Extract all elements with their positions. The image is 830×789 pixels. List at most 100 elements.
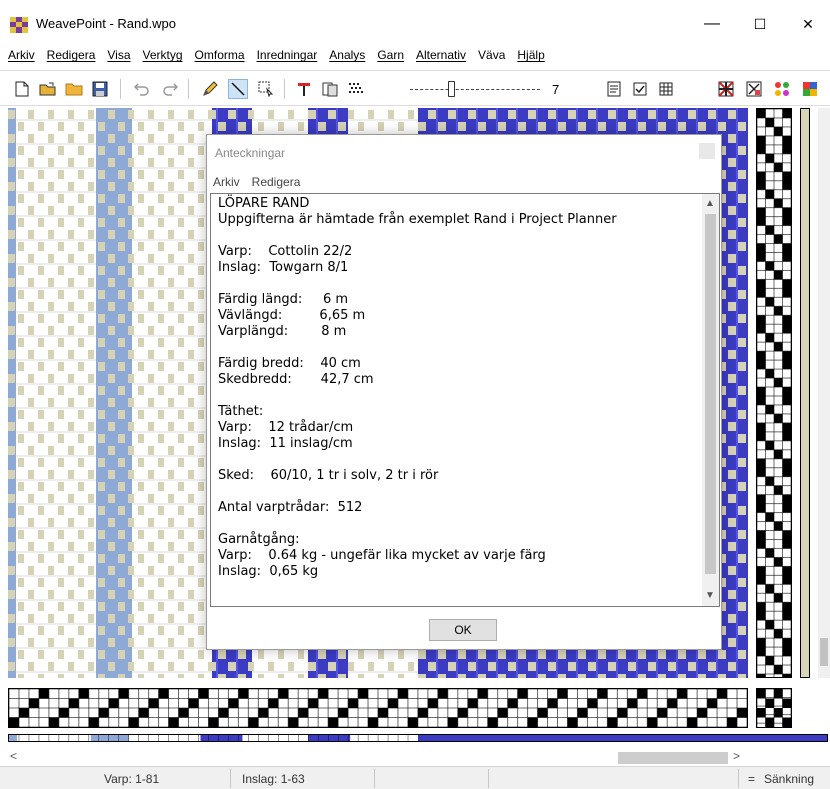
dialog-title: Anteckningar: [215, 146, 286, 160]
threading-grid[interactable]: [8, 688, 748, 728]
minimize-button[interactable]: —: [690, 12, 734, 36]
open-icon[interactable]: [38, 79, 58, 99]
notes-line: [218, 484, 698, 500]
notes-line: Varp: Cottolin 22/2: [218, 244, 353, 259]
dialog-menu-bar: Arkiv Redigera: [207, 171, 721, 193]
notes-line: [218, 228, 698, 244]
status-divider: [738, 769, 739, 788]
treadling-grid[interactable]: [756, 108, 792, 678]
redo-icon[interactable]: [160, 79, 180, 99]
vertical-scrollbar[interactable]: [818, 108, 830, 678]
checkbox-icon[interactable]: [744, 79, 764, 99]
toolbar-separator: [120, 79, 121, 99]
zoom-slider-track[interactable]: [410, 89, 540, 90]
notes-line: Inslag: 0,65 kg: [218, 564, 319, 579]
toolbar: 7: [0, 70, 830, 106]
notes-line: Färdig bredd: 40 cm: [218, 356, 361, 371]
vertical-scrollbar-thumb[interactable]: [820, 638, 828, 666]
horizontal-scrollbar[interactable]: < >: [0, 748, 760, 766]
menu-analys[interactable]: Analys: [329, 48, 365, 62]
warp-color-row[interactable]: [8, 734, 828, 742]
notes-line: LÖPARE RAND: [218, 196, 310, 211]
notes-line: Varp: 12 trådar/cm: [218, 420, 354, 435]
weft-color-column[interactable]: [800, 108, 810, 678]
copy-icon[interactable]: [320, 79, 340, 99]
notes-line: Antal varptrådar: 512: [218, 500, 363, 515]
notes-line: [218, 388, 698, 404]
scroll-left-icon[interactable]: <: [10, 749, 17, 763]
zoom-slider-thumb[interactable]: [448, 81, 455, 97]
notes-line: Sked: 60/10, 1 tr i solv, 2 tr i rör: [218, 468, 439, 483]
horizontal-scrollbar-thumb[interactable]: [618, 752, 728, 764]
notes-line: Inslag: 11 inslag/cm: [218, 436, 353, 451]
status-mode: Sänkning: [764, 772, 815, 786]
toolbar-separator: [284, 79, 285, 99]
menu-verktyg[interactable]: Verktyg: [143, 48, 183, 62]
scroll-down-icon[interactable]: ▼: [705, 590, 715, 601]
new-file-icon[interactable]: [12, 79, 32, 99]
menu-omforma[interactable]: Omforma: [195, 48, 245, 62]
menu-hjalp[interactable]: Hjälp: [517, 48, 544, 62]
status-divider: [488, 769, 489, 788]
menu-vava[interactable]: Väva: [478, 48, 505, 62]
notes-line: Skedbredd: 42,7 cm: [218, 372, 374, 387]
colors-grid-icon[interactable]: [800, 79, 820, 99]
notes-line: Täthet:: [218, 404, 264, 419]
menu-visa[interactable]: Visa: [107, 48, 130, 62]
notes-line: Varplängd: 8 m: [218, 324, 347, 339]
line-icon[interactable]: [228, 79, 248, 99]
select-icon[interactable]: [256, 79, 276, 99]
notes-scrollbar[interactable]: ▲ ▼: [702, 194, 719, 606]
notes-line: Varp: 0.64 kg - ungefär lika mycket av v…: [218, 548, 546, 563]
notes-line: [218, 516, 698, 532]
status-eq: =: [748, 772, 756, 786]
scroll-right-icon[interactable]: >: [733, 749, 740, 763]
flag-icon[interactable]: [716, 79, 736, 99]
dialog-menu-redigera[interactable]: Redigera: [252, 175, 301, 189]
notes-content: LÖPARE RAND Uppgifterna är hämtade från e…: [218, 196, 698, 580]
menu-redigera[interactable]: Redigera: [47, 48, 96, 62]
status-inslag: Inslag: 1-63: [242, 772, 305, 786]
menu-garn[interactable]: Garn: [377, 48, 404, 62]
menu-arkiv[interactable]: Arkiv: [8, 48, 35, 62]
menu-alternativ[interactable]: Alternativ: [416, 48, 466, 62]
notes-line: [218, 340, 698, 356]
notes-dialog: Anteckningar Arkiv Redigera LÖPARE RAND U…: [206, 134, 722, 650]
notes-line: [218, 276, 698, 292]
notes-line: Färdig längd: 6 m: [218, 292, 349, 307]
pencil-icon[interactable]: [200, 79, 220, 99]
grid-icon[interactable]: [656, 79, 676, 99]
notes-textarea[interactable]: LÖPARE RAND Uppgifterna är hämtade från e…: [210, 193, 720, 607]
check-icon[interactable]: [630, 79, 650, 99]
notes-line: Vävlängd: 6,65 m: [218, 308, 366, 323]
menu-inredningar[interactable]: Inredningar: [257, 48, 318, 62]
notes-icon[interactable]: [604, 79, 624, 99]
undo-icon[interactable]: [132, 79, 152, 99]
toolbar-separator: [188, 79, 189, 99]
status-bar: Varp: 1-81 Inslag: 1-63 = Sänkning: [0, 766, 830, 789]
zoom-value: 7: [552, 82, 560, 97]
dialog-menu-arkiv[interactable]: Arkiv: [213, 175, 240, 189]
open-folder-icon[interactable]: [64, 79, 84, 99]
menu-bar: Arkiv Redigera Visa Verktyg Omforma Inre…: [0, 44, 830, 66]
tieup-grid[interactable]: [756, 688, 792, 728]
close-button[interactable]: ✕: [786, 12, 830, 36]
pattern-icon[interactable]: [346, 79, 366, 99]
status-divider: [230, 769, 231, 788]
notes-scrollbar-thumb[interactable]: [705, 214, 716, 574]
scroll-up-icon[interactable]: ▲: [705, 198, 715, 209]
maximize-button[interactable]: ☐: [738, 12, 782, 36]
notes-line: [218, 452, 698, 468]
notes-line: Uppgifterna är hämtade från exemplet Ran…: [218, 212, 617, 227]
notes-line: Garnåtgång:: [218, 532, 300, 547]
save-icon[interactable]: [90, 79, 110, 99]
palette-icon[interactable]: [772, 79, 792, 99]
title-bar: WeavePoint - Rand.wpo — ☐ ✕: [0, 0, 830, 42]
notes-line: Inslag: Towgarn 8/1: [218, 260, 349, 275]
ok-button[interactable]: OK: [429, 619, 497, 641]
dialog-close-button[interactable]: [699, 143, 715, 159]
color-icon[interactable]: [294, 79, 314, 99]
status-divider: [374, 769, 375, 788]
window-title: WeavePoint - Rand.wpo: [36, 16, 176, 31]
app-logo-icon: [10, 17, 28, 33]
